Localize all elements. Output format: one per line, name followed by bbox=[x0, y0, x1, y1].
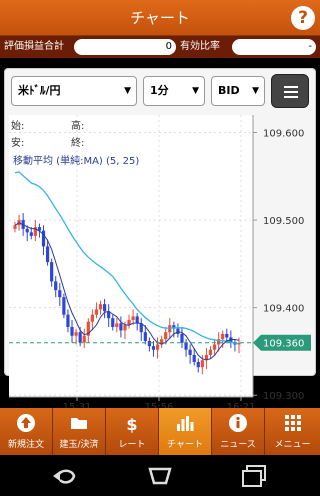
app-header: チャート ? bbox=[0, 0, 320, 36]
currency-pair-select[interactable]: 米ﾄﾞﾙ/円 ▼ bbox=[11, 76, 137, 106]
y-tick-label: 109.400 bbox=[263, 304, 304, 315]
info-icon bbox=[212, 413, 264, 437]
candle-body bbox=[192, 354, 196, 362]
chart-panel: 米ﾄﾞﾙ/円 ▼ 1分 ▼ BID ▼ 109.600 109.500 109.40… bbox=[4, 68, 316, 413]
y-tick-label: 109.500 bbox=[263, 216, 304, 227]
side-select[interactable]: BID ▼ bbox=[211, 76, 265, 106]
candle-body bbox=[45, 246, 50, 263]
grid-icon bbox=[265, 413, 320, 437]
tab-menu[interactable]: メニュー bbox=[265, 408, 320, 455]
candle-body bbox=[62, 297, 66, 315]
tab-new-order[interactable]: 新規注文 bbox=[0, 408, 53, 455]
candle-body bbox=[66, 314, 70, 327]
currency-pair-value: 米ﾄﾞﾙ/円 bbox=[18, 84, 61, 97]
candle-body bbox=[25, 228, 29, 233]
up-arrow-circle-icon bbox=[0, 413, 52, 437]
back-icon[interactable] bbox=[50, 463, 80, 489]
candlestick-chart[interactable]: 109.600109.500109.400109.30015:3115:5616… bbox=[9, 115, 311, 415]
candle-body bbox=[74, 332, 78, 336]
candle-body bbox=[151, 346, 156, 350]
account-summary: 評価損益合計 0 有効比率 - bbox=[0, 36, 320, 58]
dropdown-arrow-icon: ▼ bbox=[252, 86, 259, 96]
candle-body bbox=[54, 281, 58, 291]
candle-body bbox=[115, 323, 119, 327]
tab-news[interactable]: ニュース bbox=[212, 408, 265, 455]
tab-label: チャート bbox=[167, 440, 203, 450]
candle-body bbox=[119, 323, 123, 331]
tab-positions[interactable]: 建玉/決済 bbox=[53, 408, 106, 455]
candle-body bbox=[70, 326, 74, 336]
indicator-label: 移動平均 (単純:MA) (5, 25) bbox=[13, 156, 140, 167]
y-tick-label: 109.300 bbox=[263, 391, 304, 402]
low-label: 安: bbox=[11, 138, 25, 149]
candle-body bbox=[184, 342, 188, 350]
tab-rate[interactable]: $ レート bbox=[106, 408, 159, 455]
candle-body bbox=[164, 332, 168, 340]
tab-label: 新規注文 bbox=[7, 440, 44, 450]
tab-bar: 新規注文 建玉/決済 $ レート チャート ニュース メニュー bbox=[0, 408, 320, 455]
side-value: BID bbox=[218, 84, 240, 97]
dropdown-arrow-icon: ▼ bbox=[192, 86, 199, 96]
candle-body bbox=[155, 344, 160, 350]
candle-body bbox=[212, 344, 217, 350]
candle-body bbox=[131, 316, 135, 320]
pnl-label: 評価損益合計 bbox=[4, 41, 64, 52]
chart-menu-button[interactable] bbox=[271, 74, 309, 108]
candle-body bbox=[90, 314, 94, 322]
pnl-value: 0 bbox=[74, 39, 176, 55]
y-tick-label: 109.600 bbox=[263, 129, 304, 140]
candle-body bbox=[225, 333, 229, 338]
high-label: 高: bbox=[71, 121, 85, 132]
candle-body bbox=[196, 361, 200, 368]
tab-label: 建玉/決済 bbox=[59, 440, 99, 450]
ratio-value: - bbox=[232, 39, 316, 55]
candle-body bbox=[98, 304, 103, 310]
help-button[interactable]: ? bbox=[291, 6, 315, 30]
recent-apps-icon[interactable] bbox=[240, 463, 270, 489]
current-price-label: 109.360 bbox=[263, 339, 304, 350]
candle-body bbox=[50, 262, 54, 282]
ratio-label: 有効比率 bbox=[180, 41, 220, 52]
candle-body bbox=[111, 318, 115, 327]
candle-body bbox=[29, 232, 33, 236]
tab-chart[interactable]: チャート bbox=[159, 408, 212, 455]
open-label: 始: bbox=[11, 121, 25, 132]
dropdown-arrow-icon: ▼ bbox=[124, 86, 131, 96]
candle-body bbox=[188, 349, 192, 355]
candle-body bbox=[123, 325, 127, 331]
page-title: チャート bbox=[130, 9, 190, 27]
tab-label: メニュー bbox=[274, 440, 311, 450]
close-label: 終: bbox=[71, 138, 85, 149]
tab-label: ニュース bbox=[220, 440, 256, 450]
interval-value: 1分 bbox=[150, 84, 169, 97]
dollar-icon: $ bbox=[126, 415, 138, 434]
system-nav-bar bbox=[0, 455, 320, 496]
candle-body bbox=[135, 316, 139, 324]
tab-label: レート bbox=[118, 440, 146, 450]
candle-body bbox=[94, 309, 99, 315]
candle-body bbox=[103, 304, 107, 312]
candle-body bbox=[147, 340, 151, 347]
candle-body bbox=[143, 332, 147, 341]
folder-icon bbox=[53, 413, 105, 437]
candle-body bbox=[180, 333, 184, 343]
candle-body bbox=[82, 335, 86, 343]
candle-body bbox=[58, 290, 62, 298]
candle-body bbox=[200, 360, 204, 368]
bar-chart-icon bbox=[159, 413, 211, 437]
candle-body bbox=[208, 349, 213, 355]
candle-body bbox=[13, 225, 17, 229]
home-icon[interactable] bbox=[145, 463, 175, 489]
candle-body bbox=[221, 333, 225, 340]
candle-body bbox=[78, 332, 82, 343]
interval-select[interactable]: 1分 ▼ bbox=[143, 76, 205, 106]
